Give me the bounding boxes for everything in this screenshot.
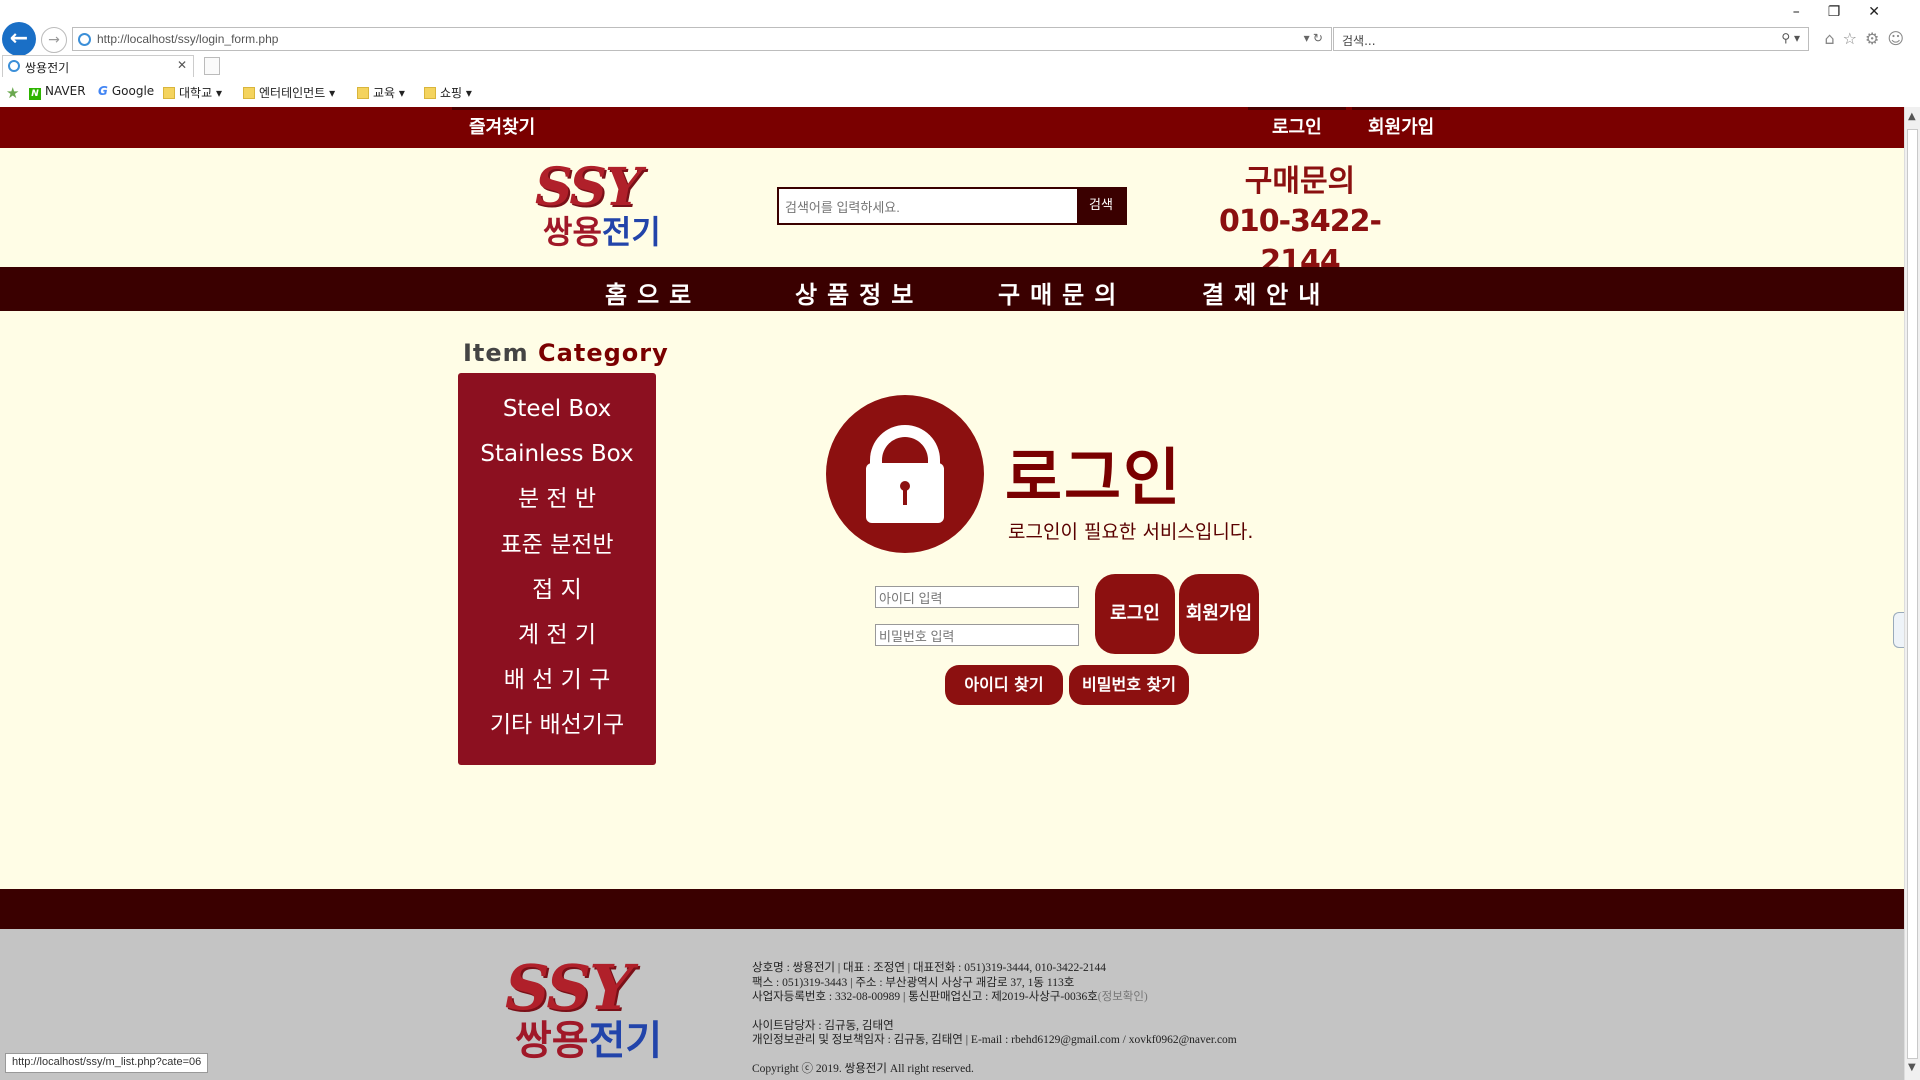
tab-title: 쌍용전기 — [25, 61, 70, 75]
purchase-contact: 구매문의 010-3422-2144 — [1190, 162, 1410, 282]
window-controls[interactable]: –❐✕ — [1793, 4, 1908, 20]
back-button[interactable]: ← — [2, 22, 36, 56]
category-item-distribution-panel[interactable]: 분 전 반 — [458, 484, 656, 514]
login-title: 로그인 — [1005, 441, 1183, 514]
tab-indicator — [1248, 107, 1346, 110]
favorites-bar: ★ N NAVER G Google 대학교 ▾ 엔터테인먼트 ▾ 교육 ▾ 쇼핑 … — [0, 80, 1920, 104]
forward-button[interactable]: → — [41, 27, 67, 53]
side-panel-handle[interactable] — [1893, 612, 1904, 648]
footer-line-3: 사업자등록번호 : 332-08-00989 | 통신판매업신고 : 제2019… — [752, 991, 1148, 1003]
chrome-toolbar-icons[interactable]: ⌂☆⚙☺ — [1824, 29, 1912, 48]
footer-logo-company-name: 쌍용전기 — [515, 1018, 663, 1064]
ie-icon — [8, 60, 20, 72]
category-item-wiring-device[interactable]: 배 선 기 구 — [458, 665, 656, 695]
folder-icon — [357, 87, 369, 99]
find-password-button[interactable]: 비밀번호 찾기 — [1069, 665, 1189, 705]
password-input[interactable] — [875, 624, 1079, 646]
google-icon: G — [98, 84, 108, 98]
folder-icon — [424, 87, 436, 99]
fav-folder-education[interactable]: 교육 ▾ — [357, 84, 405, 101]
scroll-up-icon[interactable]: ▲ — [1908, 111, 1916, 122]
site-search: 검색 — [777, 187, 1127, 225]
address-url: http://localhost/ssy/login_form.php — [97, 32, 279, 46]
fav-folder-university[interactable]: 대학교 ▾ — [163, 84, 222, 101]
signup-button[interactable]: 회원가입 — [1179, 574, 1259, 654]
category-item-standard-panel[interactable]: 표준 분전반 — [458, 530, 656, 560]
tab-indicator — [1352, 107, 1450, 110]
folder-icon — [163, 87, 175, 99]
footer-line-4: 사이트담당자 : 김규동, 김태연 — [752, 1019, 894, 1032]
fav-folder-shopping[interactable]: 쇼핑 ▾ — [424, 84, 472, 101]
footer-line-1: 상호명 : 쌍용전기 | 대표 : 조정연 | 대표전화 : 051)319-3… — [752, 962, 1107, 974]
ie-icon — [78, 33, 91, 46]
site-logo[interactable]: SSY 쌍용전기 — [535, 162, 675, 252]
footer-copyright: Copyright ⓒ 2019. 쌍용전기 All right reserve… — [752, 1062, 974, 1075]
id-input[interactable] — [875, 586, 1079, 608]
top-login-link[interactable]: 로그인 — [1272, 113, 1322, 139]
fav-naver[interactable]: N NAVER — [29, 84, 86, 100]
browser-chrome: ← → http://localhost/ssy/login_form.php … — [0, 0, 1920, 107]
footer-company-info: 상호명 : 쌍용전기 | 대표 : 조정연 | 대표전화 : 051)319-3… — [752, 961, 1237, 1076]
category-item-other-wiring[interactable]: 기타 배선기구 — [458, 710, 656, 740]
scroll-thumb[interactable] — [1907, 129, 1918, 1059]
search-icon[interactable]: ⚲ ▾ — [1781, 31, 1800, 45]
category-menu: Steel Box Stainless Box 분 전 반 표준 분전반 접 지… — [458, 373, 656, 765]
footer-line-2: 팩스 : 051)319-3443 | 주소 : 부산광역시 사상구 괘감로 3… — [752, 976, 1075, 989]
browser-search-input[interactable]: 검색... ⚲ ▾ — [1333, 27, 1809, 51]
close-tab-icon[interactable]: ✕ — [177, 58, 187, 72]
nav-home[interactable]: 홈으로 — [605, 275, 701, 310]
info-check-link[interactable]: (정보확인) — [1098, 991, 1148, 1003]
vertical-scrollbar[interactable]: ▲ ▼ — [1904, 107, 1920, 1080]
footer-logo: SSY 쌍용전기 — [505, 957, 705, 1067]
fav-folder-entertainment[interactable]: 엔터테인먼트 ▾ — [243, 84, 335, 101]
footer-line-5: 개인정보관리 및 정보책임자 : 김규동, 김태연 | E-mail : rbe… — [752, 1034, 1237, 1046]
address-bar[interactable]: http://localhost/ssy/login_form.php ▾ ↻ — [72, 27, 1332, 51]
category-title: Item Category — [463, 339, 669, 367]
category-item-steel-box[interactable]: Steel Box — [458, 394, 656, 424]
bookmark-link[interactable]: 즐겨찾기 — [469, 113, 535, 139]
nav-payment-guide[interactable]: 결제안내 — [1202, 275, 1330, 310]
nav-products[interactable]: 상품정보 — [795, 275, 923, 310]
top-signup-link[interactable]: 회원가입 — [1368, 113, 1434, 139]
tab-indicator — [452, 107, 550, 110]
naver-icon: N — [29, 88, 41, 100]
refresh-icon[interactable]: ▾ ↻ — [1304, 31, 1323, 45]
category-item-grounding[interactable]: 접 지 — [458, 575, 656, 605]
nav-purchase-inquiry[interactable]: 구매문의 — [998, 275, 1126, 310]
category-item-relay[interactable]: 계 전 기 — [458, 620, 656, 650]
browser-tab[interactable]: 쌍용전기 ✕ — [2, 55, 194, 77]
logo-company-name: 쌍용전기 — [543, 213, 661, 251]
find-id-button[interactable]: 아이디 찾기 — [945, 665, 1063, 705]
login-button[interactable]: 로그인 — [1095, 574, 1175, 654]
folder-icon — [243, 87, 255, 99]
top-bar: 즐겨찾기 로그인 회원가입 — [0, 107, 1904, 148]
contact-title: 구매문의 — [1244, 164, 1356, 199]
browser-search-placeholder: 검색... — [1342, 34, 1376, 48]
new-tab-button[interactable] — [204, 57, 220, 75]
footer: SSY 쌍용전기 상호명 : 쌍용전기 | 대표 : 조정연 | 대표전화 : … — [0, 929, 1904, 1080]
site-search-input[interactable] — [785, 197, 1075, 217]
lock-icon — [826, 395, 984, 553]
main-nav: 홈으로 상품정보 구매문의 결제안내 — [0, 267, 1904, 311]
category-item-stainless-box[interactable]: Stainless Box — [458, 439, 656, 469]
footer-logo-ssy-text: SSY — [505, 951, 633, 1024]
login-subtitle: 로그인이 필요한 서비스입니다. — [1008, 521, 1254, 543]
status-bar-url: http://localhost/ssy/m_list.php?cate=06 — [5, 1053, 209, 1073]
page-viewport: 즐겨찾기 로그인 회원가입 SSY 쌍용전기 검색 구매문의 010-3422-… — [0, 107, 1904, 1080]
logo-ssy-text: SSY — [535, 157, 642, 218]
site-search-button[interactable]: 검색 — [1077, 189, 1125, 223]
fav-google[interactable]: G Google — [98, 84, 154, 98]
scroll-down-icon[interactable]: ▼ — [1908, 1062, 1916, 1073]
favorites-star-icon[interactable]: ★ — [6, 84, 19, 102]
footer-bar — [0, 889, 1904, 929]
